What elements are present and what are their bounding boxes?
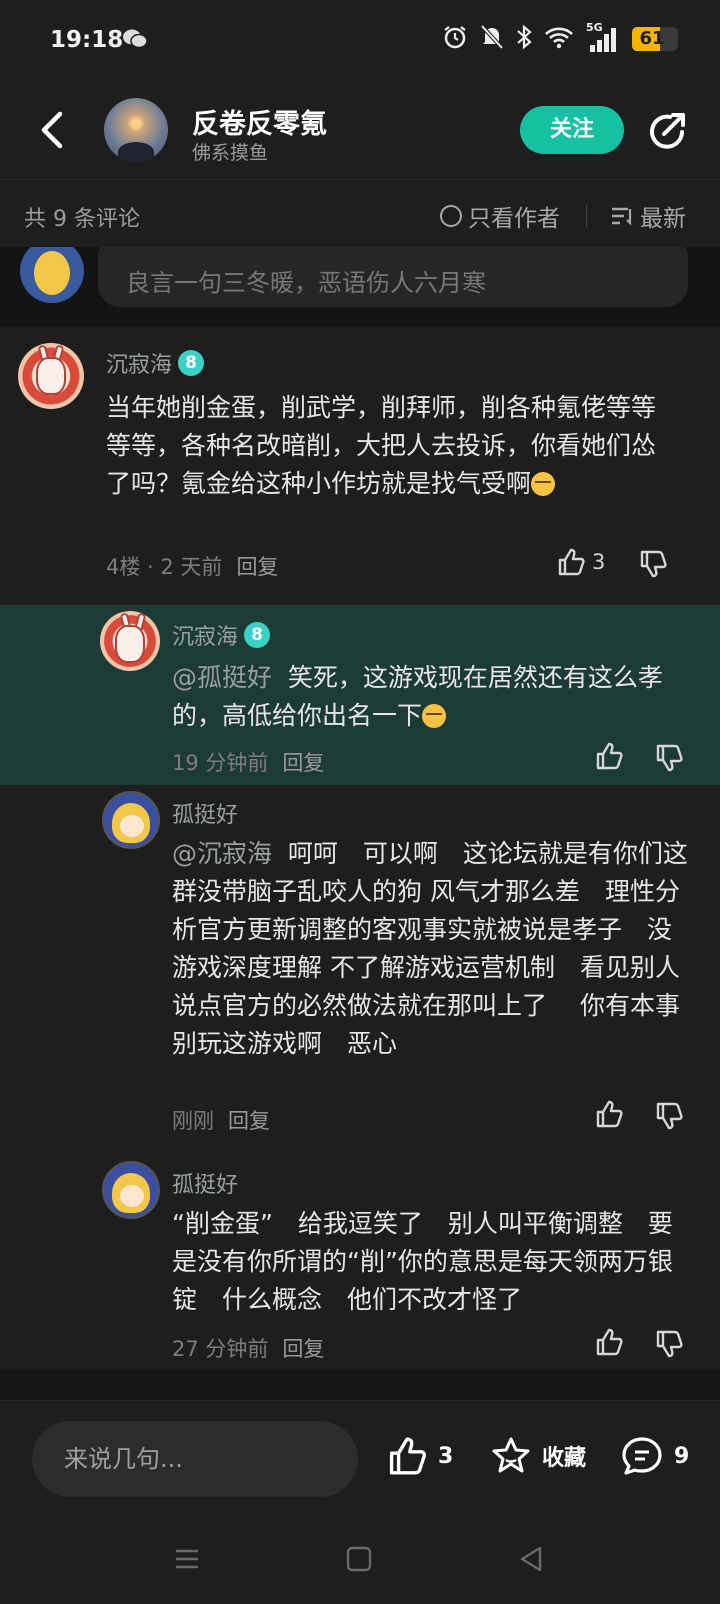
wechat-icon xyxy=(122,28,148,54)
follow-button[interactable]: 关注 xyxy=(520,106,624,154)
like-button[interactable] xyxy=(594,1099,624,1129)
post-like-button[interactable]: 3 xyxy=(386,1435,453,1477)
wifi-icon xyxy=(544,25,574,53)
alarm-icon xyxy=(442,24,468,54)
reply-item: 孤挺好 @沉寂海 呵呵 可以啊 这论坛就是有你们这群没带脑子乱咬人的狗 风气才那… xyxy=(0,785,720,1155)
star-icon xyxy=(492,1437,530,1473)
like-button[interactable] xyxy=(594,741,624,771)
reply-time: 19 分钟前 xyxy=(172,751,269,775)
sort-button[interactable]: 最新 xyxy=(610,199,686,233)
dislike-button[interactable] xyxy=(654,1329,684,1359)
thumbs-up-icon xyxy=(596,742,623,770)
status-bar: 19:18 5G 61 xyxy=(0,0,720,80)
avatar[interactable] xyxy=(102,1161,160,1219)
thumbs-up-icon xyxy=(596,1328,623,1356)
comment-floor-time: 4楼 · 2 天前 xyxy=(106,555,223,579)
sort-icon xyxy=(612,207,632,226)
avatar[interactable] xyxy=(18,343,84,409)
comment-filter-bar: 共 9 条评论 只看作者 最新 xyxy=(0,181,720,247)
share-icon[interactable] xyxy=(646,110,688,152)
like-button[interactable] xyxy=(594,1327,624,1357)
only-author-toggle[interactable]: 只看作者 xyxy=(440,199,560,233)
divider xyxy=(586,205,587,227)
reply-button[interactable]: 回复 xyxy=(282,747,324,777)
comment-count: 共 9 条评论 xyxy=(24,207,140,232)
reply-text: @孤挺好 笑死，这游戏现在居然还有这么孝的，高低给你出名一下 xyxy=(172,663,663,730)
avatar[interactable] xyxy=(100,611,160,671)
battery-icon: 61 xyxy=(632,27,678,51)
thumbs-down-icon xyxy=(656,744,683,772)
author-name[interactable]: 反卷反零氪 xyxy=(192,102,327,141)
comment-item: 沉寂海 8 当年她削金蛋，削武学，削拜师，削各种氪佬等等等等，各种名改暗削，大把… xyxy=(0,327,720,605)
system-nav-bar xyxy=(0,1518,720,1604)
reply-button[interactable]: 回复 xyxy=(228,1105,270,1135)
bottom-action-bar: 来说几句... 3 收藏 9 xyxy=(0,1400,720,1518)
previous-comment: 良言一句三冬暖，恶语伤人六月寒 xyxy=(0,247,720,327)
back-triangle-icon[interactable] xyxy=(518,1546,544,1576)
comment-bubble-icon xyxy=(622,1437,662,1475)
comments-button[interactable]: 9 xyxy=(620,1435,689,1477)
reply-username[interactable]: 沉寂海 xyxy=(172,619,238,651)
comment-input[interactable]: 来说几句... xyxy=(32,1421,358,1497)
comment-text: 当年她削金蛋，削武学，削拜师，削各种氪佬等等等等，各种名改暗削，大把人去投诉，你… xyxy=(106,393,657,498)
home-icon[interactable] xyxy=(346,1546,372,1576)
dislike-button[interactable] xyxy=(654,743,684,773)
avatar xyxy=(20,247,84,303)
mention-link[interactable]: @沉寂海 xyxy=(172,839,272,868)
thumbs-up-icon xyxy=(596,1100,623,1128)
reply-time: 27 分钟前 xyxy=(172,1337,269,1361)
signal-icon: 5G xyxy=(586,21,620,53)
menu-icon[interactable] xyxy=(174,1546,200,1576)
reply-button[interactable]: 回复 xyxy=(282,1333,324,1363)
thumbs-down-icon xyxy=(640,550,667,578)
like-count: 3 xyxy=(592,550,606,574)
avatar[interactable] xyxy=(102,791,160,849)
thumbs-down-icon xyxy=(656,1102,683,1130)
author-avatar[interactable] xyxy=(104,98,168,162)
thumbs-up-icon xyxy=(389,1437,427,1475)
reply-text: “削金蛋” 给我逗笑了 别人叫平衡调整 要是没有你所谓的“削”你的意思是每天领两… xyxy=(172,1209,673,1314)
radio-circle-icon xyxy=(440,205,462,227)
level-badge: 8 xyxy=(178,350,205,376)
reply-item: 孤挺好 “削金蛋” 给我逗笑了 别人叫平衡调整 要是没有你所谓的“削”你的意思是… xyxy=(0,1155,720,1370)
post-like-count: 3 xyxy=(438,1443,454,1469)
like-button[interactable]: 3 xyxy=(556,547,605,577)
reply-button[interactable]: 回复 xyxy=(236,551,278,581)
comment-username[interactable]: 沉寂海 xyxy=(106,347,172,379)
divider xyxy=(0,1370,720,1400)
bluetooth-icon xyxy=(516,24,532,54)
reply-item: 沉寂海 8 @孤挺好 笑死，这游戏现在居然还有这么孝的，高低给你出名一下 19 … xyxy=(0,605,720,785)
smug-emoji-icon xyxy=(531,472,556,496)
mention-link[interactable]: @孤挺好 xyxy=(172,663,272,692)
favorite-button[interactable]: 收藏 xyxy=(490,1435,586,1477)
reply-time: 刚刚 xyxy=(172,1109,214,1133)
thumbs-up-icon xyxy=(558,548,585,576)
previous-comment-text: 良言一句三冬暖，恶语伤人六月寒 xyxy=(98,247,688,307)
back-button[interactable] xyxy=(34,106,74,154)
smug-emoji-icon xyxy=(422,704,447,728)
reply-username[interactable]: 孤挺好 xyxy=(172,797,238,829)
level-badge: 8 xyxy=(244,622,271,648)
status-time: 19:18 xyxy=(50,27,124,53)
author-subtitle: 佛系摸鱼 xyxy=(192,142,269,164)
reply-text: @沉寂海 呵呵 可以啊 这论坛就是有你们这群没带脑子乱咬人的狗 风气才那么差 理… xyxy=(172,839,688,1058)
reply-username[interactable]: 孤挺好 xyxy=(172,1167,238,1199)
dislike-button[interactable] xyxy=(638,549,668,579)
mute-bell-icon xyxy=(480,24,504,54)
post-header: 反卷反零氪 佛系摸鱼 关注 xyxy=(0,80,720,180)
comment-total: 9 xyxy=(674,1443,690,1469)
dislike-button[interactable] xyxy=(654,1101,684,1131)
thumbs-down-icon xyxy=(656,1330,683,1358)
